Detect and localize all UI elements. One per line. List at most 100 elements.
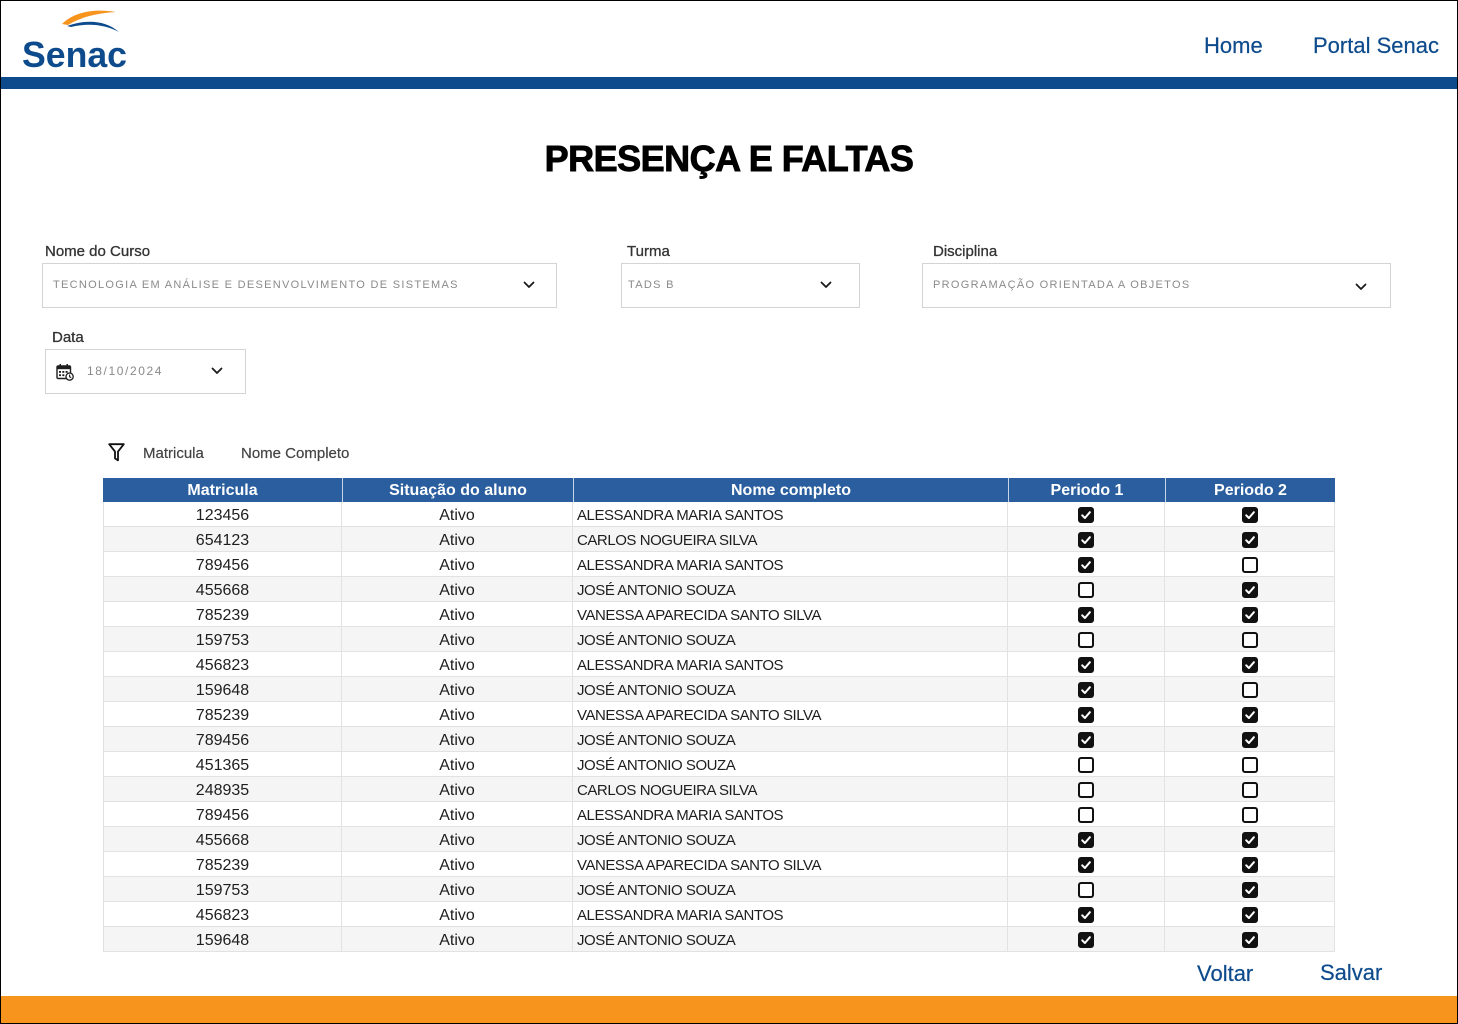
site-header: Senac Home Portal Senac [1, 1, 1457, 77]
column-header-situacao[interactable]: Situação do aluno [342, 478, 573, 502]
table-row: 455668 Ativo JOSÉ ANTONIO SOUZA [104, 827, 1335, 852]
curso-select[interactable]: TECNOLOGIA EM ANÁLISE E DESENVOLVIMENTO … [42, 263, 557, 308]
cell-periodo-2 [1165, 852, 1335, 876]
table-row: 785239 Ativo VANESSA APARECIDA SANTO SILVA [104, 702, 1335, 727]
cell-matricula: 785239 [104, 602, 342, 626]
senac-logo[interactable]: Senac [21, 7, 131, 71]
column-header-periodo-2[interactable]: Periodo 2 [1165, 478, 1335, 502]
checkbox-unchecked-icon[interactable] [1241, 556, 1258, 573]
checkbox-checked-icon[interactable] [1241, 831, 1258, 848]
date-picker[interactable]: 18/10/2024 [45, 349, 246, 394]
checkbox-checked-icon[interactable] [1241, 931, 1258, 948]
checkbox-unchecked-icon[interactable] [1078, 781, 1094, 798]
checkbox-checked-icon[interactable] [1078, 731, 1094, 748]
checkmark-icon [1080, 509, 1092, 521]
cell-matricula: 455668 [104, 577, 342, 601]
column-header-matricula[interactable]: Matricula [103, 478, 342, 502]
calendar-icon [56, 363, 74, 381]
cell-nome: ALESSANDRA MARIA SANTOS [573, 802, 1008, 826]
save-button[interactable]: Salvar [1320, 959, 1383, 987]
checkbox-checked-icon[interactable] [1078, 931, 1094, 948]
checkmark-icon [1080, 934, 1092, 946]
table-row: 123456 Ativo ALESSANDRA MARIA SANTOS [104, 502, 1335, 527]
cell-matricula: 654123 [104, 527, 342, 551]
checkbox-checked-icon[interactable] [1241, 531, 1258, 548]
checkbox-unchecked-icon[interactable] [1241, 756, 1258, 773]
chevron-down-icon [523, 281, 535, 289]
checkbox-checked-icon[interactable] [1241, 606, 1258, 623]
checkbox-checked-icon[interactable] [1078, 906, 1094, 923]
table-body: 123456 Ativo ALESSANDRA MARIA SANTOS 654123… [103, 502, 1335, 952]
cell-periodo-1 [1008, 777, 1165, 801]
cell-periodo-1 [1008, 802, 1165, 826]
checkbox-checked-icon[interactable] [1078, 856, 1094, 873]
cell-nome: JOSÉ ANTONIO SOUZA [573, 877, 1008, 901]
checkbox-checked-icon[interactable] [1241, 881, 1258, 898]
nav-portal-senac-link[interactable]: Portal Senac [1313, 32, 1439, 60]
filter-icon[interactable] [108, 443, 125, 462]
filter-option-nome-completo[interactable]: Nome Completo [241, 445, 350, 462]
checkbox-checked-icon[interactable] [1078, 681, 1094, 698]
page-title: PRESENÇA E FALTAS [544, 138, 914, 180]
checkbox-checked-icon[interactable] [1078, 831, 1094, 848]
checkbox-checked-icon[interactable] [1241, 656, 1258, 673]
checkbox-checked-icon[interactable] [1241, 906, 1258, 923]
filter-option-matricula[interactable]: Matricula [143, 445, 204, 462]
checkbox-checked-icon[interactable] [1241, 506, 1258, 523]
column-header-nome[interactable]: Nome completo [573, 478, 1008, 502]
cell-periodo-2 [1165, 727, 1335, 751]
curso-select-value: TECNOLOGIA EM ANÁLISE E DESENVOLVIMENTO … [53, 279, 459, 291]
disciplina-select-value: PROGRAMAÇÃO ORIENTADA A OBJETOS [933, 279, 1191, 291]
cell-nome: ALESSANDRA MARIA SANTOS [573, 552, 1008, 576]
turma-select[interactable]: TADS B [621, 263, 860, 308]
cell-matricula: 456823 [104, 652, 342, 676]
checkbox-checked-icon[interactable] [1078, 606, 1094, 623]
nav-home-link[interactable]: Home [1204, 32, 1263, 60]
checkbox-checked-icon[interactable] [1078, 656, 1094, 673]
table-row: 451365 Ativo JOSÉ ANTONIO SOUZA [104, 752, 1335, 777]
table-row: 789456 Ativo ALESSANDRA MARIA SANTOS [104, 552, 1335, 577]
checkbox-checked-icon[interactable] [1241, 731, 1258, 748]
table-row: 789456 Ativo JOSÉ ANTONIO SOUZA [104, 727, 1335, 752]
cell-periodo-2 [1165, 502, 1335, 526]
cell-periodo-2 [1165, 877, 1335, 901]
cell-nome: JOSÉ ANTONIO SOUZA [573, 752, 1008, 776]
checkmark-icon [1244, 584, 1256, 596]
checkbox-checked-icon[interactable] [1078, 531, 1094, 548]
checkmark-icon [1244, 834, 1256, 846]
checkbox-unchecked-icon[interactable] [1078, 806, 1094, 823]
checkbox-checked-icon[interactable] [1241, 581, 1258, 598]
checkbox-unchecked-icon[interactable] [1241, 781, 1258, 798]
checkmark-icon [1244, 859, 1256, 871]
cell-periodo-2 [1165, 752, 1335, 776]
checkbox-checked-icon[interactable] [1078, 556, 1094, 573]
cell-matricula: 785239 [104, 702, 342, 726]
checkbox-unchecked-icon[interactable] [1078, 756, 1094, 773]
disciplina-select[interactable]: PROGRAMAÇÃO ORIENTADA A OBJETOS [922, 263, 1391, 308]
cell-periodo-1 [1008, 902, 1165, 926]
cell-periodo-1 [1008, 852, 1165, 876]
back-button[interactable]: Voltar [1197, 960, 1253, 988]
checkbox-unchecked-icon[interactable] [1078, 581, 1094, 598]
table-row: 455668 Ativo JOSÉ ANTONIO SOUZA [104, 577, 1335, 602]
checkbox-unchecked-icon[interactable] [1241, 681, 1258, 698]
checkbox-checked-icon[interactable] [1078, 706, 1094, 723]
cell-situacao: Ativo [342, 777, 573, 801]
checkbox-unchecked-icon[interactable] [1078, 631, 1094, 648]
checkbox-unchecked-icon[interactable] [1241, 806, 1258, 823]
chevron-down-icon [1355, 283, 1367, 291]
cell-nome: VANESSA APARECIDA SANTO SILVA [573, 852, 1008, 876]
checkbox-checked-icon[interactable] [1241, 706, 1258, 723]
cell-situacao: Ativo [342, 527, 573, 551]
logo-wordmark: Senac [22, 34, 127, 71]
cell-nome: JOSÉ ANTONIO SOUZA [573, 827, 1008, 851]
checkbox-checked-icon[interactable] [1241, 856, 1258, 873]
cell-matricula: 159648 [104, 677, 342, 701]
checkbox-unchecked-icon[interactable] [1241, 631, 1258, 648]
column-header-periodo-1[interactable]: Periodo 1 [1008, 478, 1165, 502]
cell-matricula: 785239 [104, 852, 342, 876]
cell-situacao: Ativo [342, 877, 573, 901]
checkbox-checked-icon[interactable] [1078, 506, 1094, 523]
checkmark-icon [1244, 534, 1256, 546]
checkbox-unchecked-icon[interactable] [1078, 881, 1094, 898]
